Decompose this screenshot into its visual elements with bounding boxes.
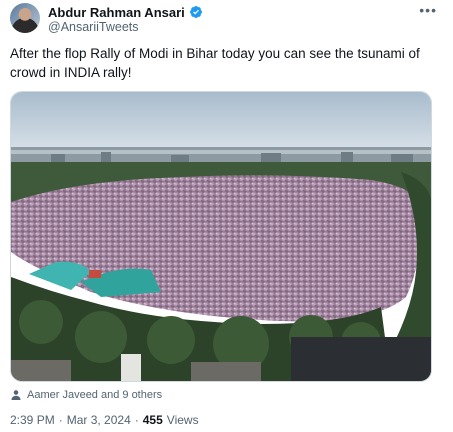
tweet-photo[interactable]	[10, 91, 432, 382]
author-avatar[interactable]	[10, 3, 40, 33]
views-label: Views	[166, 413, 199, 427]
verified-badge-icon	[189, 6, 202, 18]
tagged-users-text: Aamer Javeed and 9 others	[27, 389, 163, 401]
meta-separator-2: ·	[134, 413, 139, 427]
tagged-users[interactable]: Aamer Javeed and 9 others	[10, 388, 162, 402]
tweet-meta: 2:39 PM · Mar 3, 2024 · 455 Views	[10, 413, 199, 427]
tweet-card: Abdur Rahman Ansari @AnsariiTweets ••• A…	[0, 0, 453, 432]
views-count: 455	[142, 413, 163, 427]
person-icon	[11, 390, 21, 400]
tweet-time[interactable]: 2:39 PM	[10, 413, 55, 427]
author-name[interactable]: Abdur Rahman Ansari	[48, 5, 185, 20]
meta-separator: ·	[58, 413, 63, 427]
author-handle[interactable]: @AnsariiTweets	[48, 20, 139, 34]
crowd-rally-photo	[11, 92, 431, 381]
author-name-row: Abdur Rahman Ansari	[48, 4, 203, 20]
tweet-text: After the flop Rally of Modi in Bihar to…	[10, 46, 420, 80]
tweet-date[interactable]: Mar 3, 2024	[67, 413, 131, 427]
more-options-icon[interactable]: •••	[419, 2, 437, 18]
